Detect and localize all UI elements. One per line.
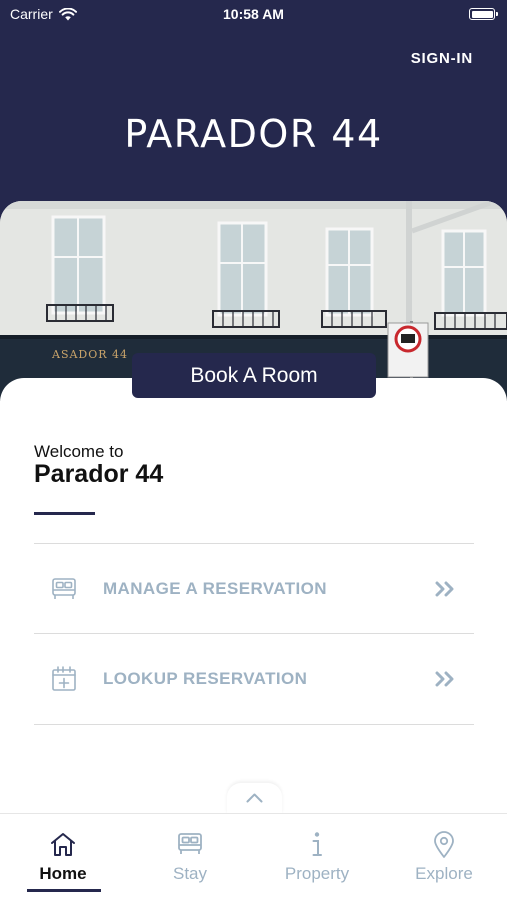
welcome-subtitle: Welcome to — [34, 442, 124, 461]
status-bar: Carrier 10:58 AM — [0, 0, 507, 28]
title-underline — [34, 512, 95, 515]
map-pin-icon — [434, 831, 454, 858]
brand-logo: PARADOR 44 — [124, 112, 383, 156]
bottom-tab-bar: Home Stay Property Explore — [0, 813, 507, 900]
lookup-reservation-row[interactable]: LOOKUP RESERVATION — [34, 633, 474, 723]
chevron-up-icon — [246, 793, 263, 803]
tab-stay-label: Stay — [172, 864, 208, 883]
welcome-title: Parador 44 — [34, 460, 164, 488]
tab-property[interactable]: Property — [254, 814, 380, 900]
battery-icon — [469, 8, 498, 20]
bed-icon — [178, 833, 202, 854]
home-icon — [51, 833, 75, 856]
book-room-button[interactable]: Book A Room — [132, 353, 376, 398]
lookup-reservation-label: LOOKUP RESERVATION — [103, 669, 308, 688]
calendar-add-icon — [52, 666, 76, 691]
tab-stay[interactable]: Stay — [127, 814, 253, 900]
tab-explore-label: Explore — [415, 864, 473, 883]
tab-home[interactable]: Home — [0, 814, 126, 900]
sign-in-button[interactable]: SIGN-IN — [411, 50, 473, 67]
svg-text:ASADOR 44: ASADOR 44 — [51, 348, 128, 361]
tab-property-label: Property — [284, 864, 350, 883]
status-time: 10:58 AM — [223, 6, 284, 22]
double-chevron-right-icon — [435, 671, 454, 687]
manage-reservation-row[interactable]: MANAGE A RESERVATION — [34, 543, 474, 633]
tab-explore[interactable]: Explore — [381, 814, 507, 900]
bed-icon — [52, 578, 76, 599]
content-card: Welcome to Parador 44 MANAGE A RESERVATI… — [0, 378, 507, 813]
double-chevron-right-icon — [435, 581, 454, 597]
app-header: Carrier 10:58 AM SIGN-IN PARADOR 44 — [0, 0, 507, 230]
active-tab-indicator — [27, 889, 101, 892]
expand-panel-handle[interactable] — [227, 783, 282, 815]
divider — [34, 724, 474, 725]
info-icon — [312, 832, 322, 856]
tab-home-label: Home — [39, 864, 87, 883]
manage-reservation-label: MANAGE A RESERVATION — [103, 579, 327, 598]
